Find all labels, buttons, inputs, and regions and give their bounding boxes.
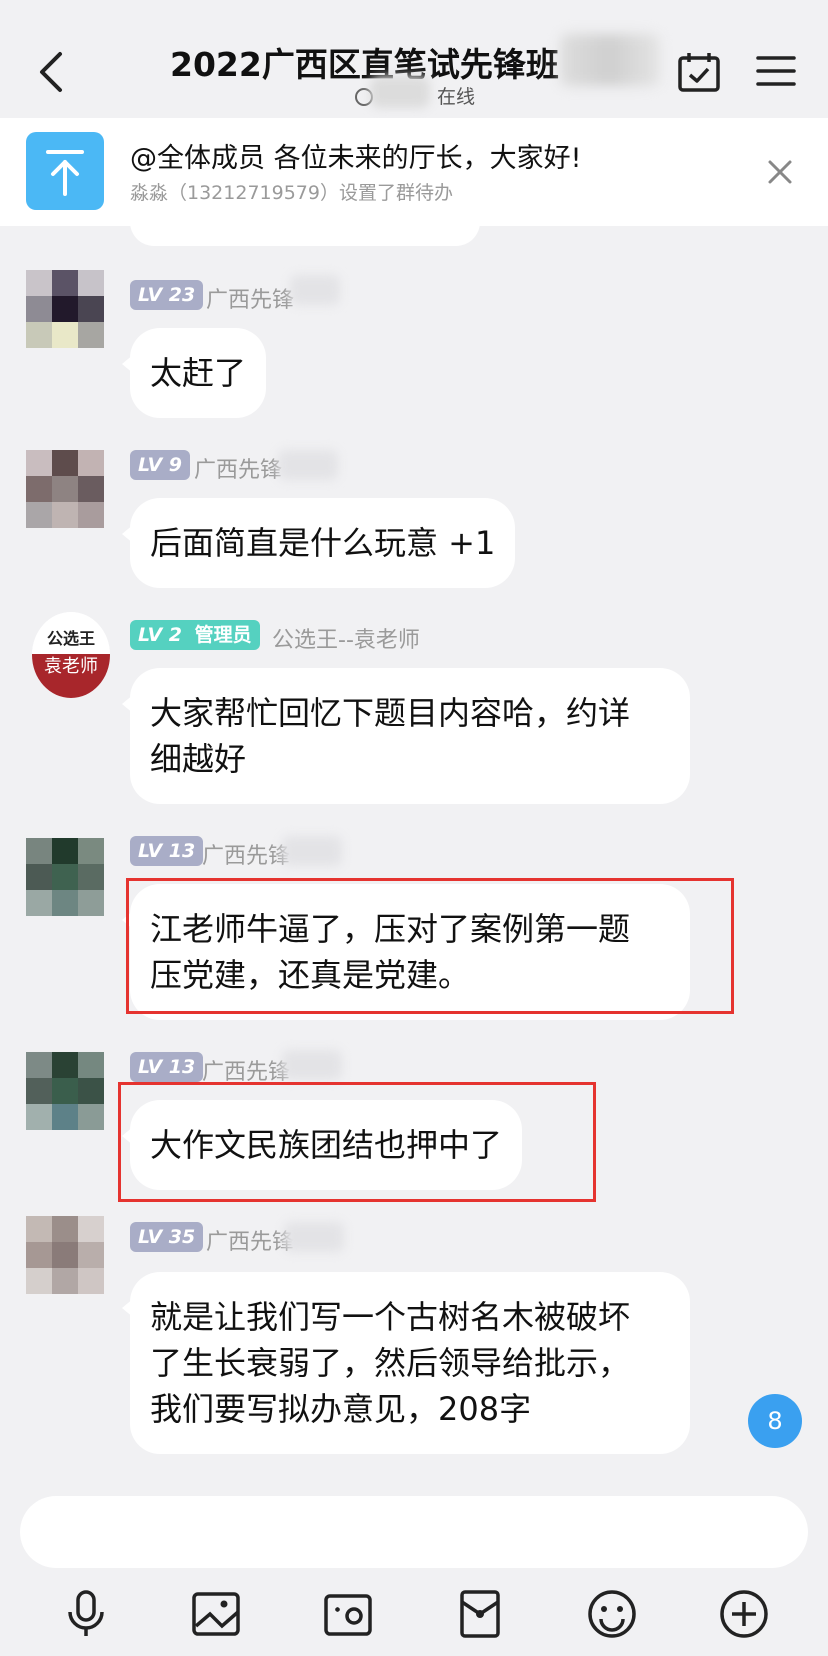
sender-name: 广西先锋 [194, 458, 283, 483]
avatar[interactable] [26, 838, 106, 918]
avatar-text-top: 公选王 [32, 612, 110, 652]
emoji-icon[interactable] [586, 1588, 638, 1640]
admin-role: 管理员 [194, 624, 252, 646]
red-packet-icon[interactable] [454, 1588, 506, 1640]
online-count-blur [370, 76, 430, 108]
level-text: LV 2 [138, 624, 183, 646]
avatar[interactable]: 公选王 袁老师 [32, 612, 110, 698]
group-todo-banner[interactable]: @全体成员 各位未来的厅长，大家好! 淼淼（13212719579）设置了群待办 [0, 118, 828, 226]
avatar[interactable] [26, 1052, 106, 1132]
todo-pin-icon [26, 132, 104, 210]
avatar[interactable] [26, 270, 106, 350]
name-blur [282, 1050, 342, 1080]
name-blur [282, 836, 342, 866]
message-line: 我们要写拟办意见，208字 [150, 1390, 532, 1428]
name-blur [284, 1222, 344, 1252]
level-badge: LV 23 [130, 280, 204, 310]
message-line: 江老师牛逼了，压对了案例第一题 [150, 910, 631, 948]
previous-message-bubble [130, 218, 480, 246]
calendar-check-icon[interactable] [677, 50, 721, 94]
message-bubble[interactable]: 太赶了 [121, 328, 267, 418]
level-badge: LV 2 管理员 [130, 620, 260, 650]
microphone-icon[interactable] [60, 1588, 112, 1640]
input-area [0, 1476, 828, 1656]
level-badge: LV 35 [130, 1222, 204, 1252]
level-badge: LV 13 [130, 836, 204, 866]
message-line: 了生长衰弱了，然后领导给批示， [150, 1344, 631, 1382]
avatar[interactable] [26, 1216, 106, 1296]
chat-header: 2022广西区直笔试先锋班 在线 [0, 0, 828, 118]
sender-name: 广西先锋 [206, 288, 295, 313]
camera-icon[interactable] [322, 1588, 374, 1640]
sender-name: 广西先锋 [206, 1230, 295, 1255]
todo-title: @全体成员 各位未来的厅长，大家好! [130, 143, 582, 174]
message-line: 细越好 [150, 740, 247, 778]
avatar-text-bottom: 袁老师 [32, 654, 110, 698]
avatar[interactable] [26, 450, 106, 530]
todo-subtitle: 淼淼（13212719579）设置了群待办 [130, 182, 453, 204]
name-blur [278, 450, 338, 480]
message-bubble[interactable]: 就是让我们写一个古树名木被破坏 了生长衰弱了，然后领导给批示， 我们要写拟办意见… [122, 1272, 690, 1454]
message-bubble[interactable]: 大作文民族团结也押中了 [121, 1100, 523, 1190]
sender-name: 广西先锋 [202, 844, 291, 869]
sender-name: 广西先锋 [202, 1060, 291, 1085]
online-label: 在线 [437, 86, 476, 108]
message-bubble[interactable]: 大家帮忙回忆下题目内容哈，约详 细越好 [122, 668, 690, 804]
unread-count-badge[interactable]: 8 [748, 1394, 802, 1448]
message-bubble[interactable]: 后面简直是什么玩意 +1 [121, 498, 516, 588]
title-blur [560, 34, 660, 86]
level-badge: LV 13 [130, 1052, 204, 1082]
image-icon[interactable] [190, 1588, 242, 1640]
message-input[interactable] [20, 1496, 808, 1568]
plus-icon[interactable] [718, 1588, 770, 1640]
back-arrow-icon[interactable] [30, 44, 70, 100]
message-line: 大家帮忙回忆下题目内容哈，约详 [150, 694, 631, 732]
message-line: 就是让我们写一个古树名木被破坏 [150, 1298, 631, 1336]
level-badge: LV 9 [130, 450, 191, 480]
sender-name: 公选王--袁老师 [272, 628, 420, 653]
menu-icon[interactable] [756, 54, 796, 88]
close-icon[interactable] [766, 158, 794, 186]
message-line: 压党建，还真是党建。 [150, 956, 471, 994]
name-blur [290, 275, 340, 305]
message-bubble[interactable]: 江老师牛逼了，压对了案例第一题 压党建，还真是党建。 [122, 884, 690, 1020]
